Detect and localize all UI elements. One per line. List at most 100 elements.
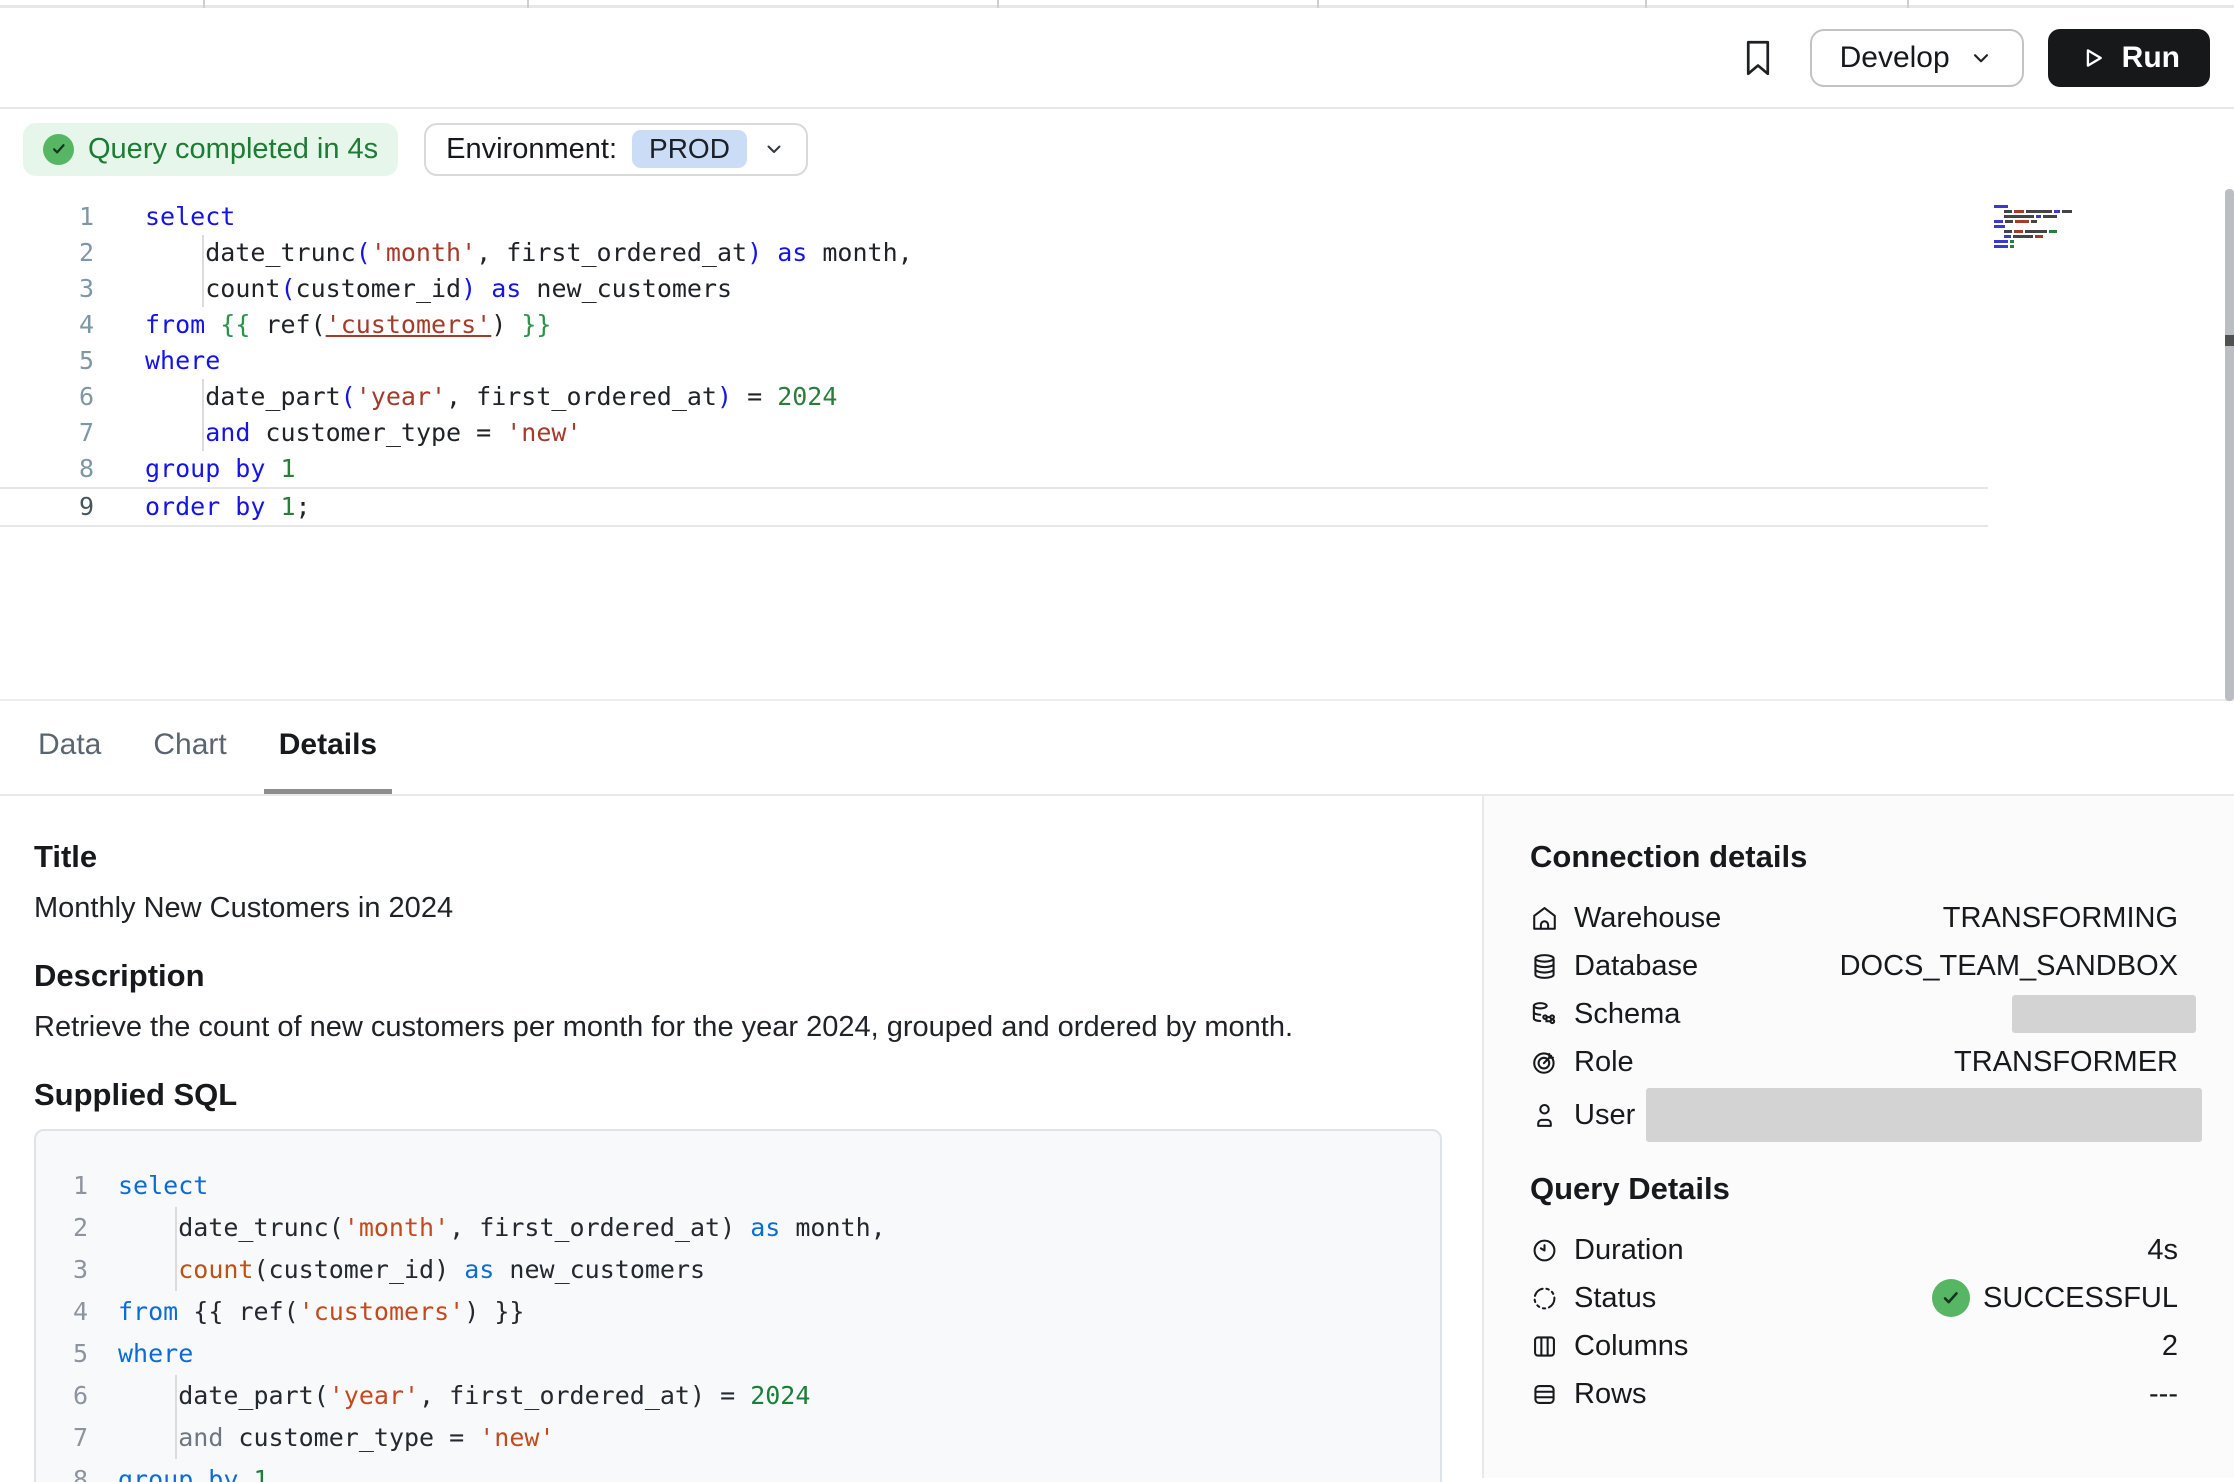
warehouse-value: TRANSFORMING: [1943, 902, 2178, 935]
results-tab-bar: DataChartDetails: [0, 701, 2234, 796]
status-row: StatusSUCCESSFUL: [1530, 1274, 2178, 1322]
query-status-badge: Query completed in 4s: [23, 123, 398, 176]
line-number: 3: [64, 1249, 88, 1291]
database-label: Database: [1574, 950, 1698, 983]
run-button[interactable]: Run: [2048, 29, 2210, 87]
environment-value-pill: PROD: [632, 130, 747, 168]
line-number: 2: [0, 235, 94, 271]
database-icon: [1530, 952, 1559, 981]
top-tab-strip: [0, 0, 2234, 8]
code-text: and customer_type = 'new': [145, 415, 582, 451]
tab-details[interactable]: Details: [264, 701, 392, 794]
code-line-6: 6 date_part('year', first_ordered_at) = …: [64, 1375, 1410, 1417]
editor-code-lines[interactable]: 1select2 date_trunc('month', first_order…: [0, 199, 1988, 527]
code-text: from {{ ref('customers') }}: [145, 307, 551, 343]
line-number: 5: [0, 343, 94, 379]
header-toolbar: Develop Run: [0, 8, 2234, 109]
code-line-4: 4 from {{ ref('customers') }}: [64, 1291, 1410, 1333]
line-number: 4: [64, 1291, 88, 1333]
details-content: Title Monthly New Customers in 2024 Desc…: [0, 796, 2234, 1478]
develop-button-label: Develop: [1840, 41, 1950, 75]
code-text: select: [145, 199, 235, 235]
rows-row: Rows---: [1530, 1370, 2178, 1418]
user-icon: [1530, 1101, 1559, 1130]
columns-row: Columns2: [1530, 1322, 2178, 1370]
editor-minimap[interactable]: [1994, 205, 2098, 248]
rows-value: ---: [2149, 1378, 2178, 1411]
duration-icon: [1530, 1236, 1559, 1265]
tab-data[interactable]: Data: [23, 701, 116, 794]
database-row: Database DOCS_TEAM_SANDBOX: [1530, 942, 2178, 990]
columns-icon: [1530, 1332, 1559, 1361]
check-circle-icon: [1932, 1279, 1970, 1317]
tab-chart[interactable]: Chart: [138, 701, 241, 794]
line-number: 6: [64, 1375, 88, 1417]
code-line-7[interactable]: 7 and customer_type = 'new': [0, 415, 1988, 451]
code-text: select: [118, 1165, 208, 1207]
description-value: Retrieve the count of new customers per …: [34, 1010, 1442, 1044]
supplied-sql-block: 1select2 date_trunc('month', first_order…: [34, 1129, 1442, 1482]
line-number: 4: [0, 307, 94, 343]
code-line-3: 3 count(customer_id) as new_customers: [64, 1249, 1410, 1291]
develop-button[interactable]: Develop: [1810, 29, 2024, 87]
user-value-redacted: [1646, 1088, 2202, 1142]
line-number: 3: [0, 271, 94, 307]
line-number: 8: [64, 1459, 88, 1482]
code-line-6[interactable]: 6 date_part('year', first_ordered_at) = …: [0, 379, 1988, 415]
title-value: Monthly New Customers in 2024: [34, 891, 1442, 925]
tab-divider: [1907, 0, 1909, 8]
tab-divider: [1645, 0, 1647, 8]
rows-icon: [1530, 1380, 1559, 1409]
bookmark-button[interactable]: [1728, 28, 1788, 88]
schema-icon: [1530, 1000, 1559, 1029]
connection-details-heading: Connection details: [1530, 838, 2178, 876]
warehouse-label: Warehouse: [1574, 902, 1721, 935]
code-line-8[interactable]: 8 group by 1: [0, 451, 1988, 487]
tab-divider: [527, 0, 529, 8]
role-row: Role TRANSFORMER: [1530, 1038, 2178, 1086]
sql-editor[interactable]: 1select2 date_trunc('month', first_order…: [0, 189, 2234, 701]
code-line-5[interactable]: 5where: [0, 343, 1988, 379]
play-icon: [2078, 44, 2106, 72]
code-text: count(customer_id) as new_customers: [145, 271, 732, 307]
code-line-1[interactable]: 1 select: [0, 199, 1988, 235]
code-line-3[interactable]: 3 count(customer_id) as new_customers: [0, 271, 1988, 307]
code-line-8: 8 group by 1: [64, 1459, 1410, 1482]
line-number: 7: [64, 1417, 88, 1459]
code-text: date_trunc('month', first_ordered_at) as…: [145, 235, 913, 271]
code-text: date_part('year', first_ordered_at) = 20…: [145, 379, 837, 415]
duration-label: Duration: [1574, 1234, 1684, 1267]
code-line-9[interactable]: 9order by 1;: [0, 487, 1988, 527]
code-text: date_trunc('month', first_ordered_at) as…: [118, 1207, 886, 1249]
code-line-2[interactable]: 2 date_trunc('month', first_ordered_at) …: [0, 235, 1988, 271]
database-value: DOCS_TEAM_SANDBOX: [1840, 950, 2178, 983]
code-text: count(customer_id) as new_customers: [118, 1249, 705, 1291]
details-left-panel: Title Monthly New Customers in 2024 Desc…: [0, 796, 1482, 1478]
line-number: 8: [0, 451, 94, 487]
code-text: group by 1: [118, 1459, 269, 1482]
status-value: SUCCESSFUL: [1983, 1282, 2178, 1315]
warehouse-row: Warehouse TRANSFORMING: [1530, 894, 2178, 942]
code-text: from {{ ref('customers') }}: [118, 1291, 524, 1333]
environment-label: Environment:: [446, 133, 617, 166]
role-value: TRANSFORMER: [1954, 1046, 2178, 1079]
line-number: 5: [64, 1333, 88, 1375]
environment-select[interactable]: Environment: PROD: [424, 123, 808, 176]
role-icon: [1530, 1048, 1559, 1077]
line-number: 7: [0, 415, 94, 451]
role-label: Role: [1574, 1046, 1634, 1079]
supplied-sql-heading: Supplied SQL: [34, 1076, 1442, 1114]
description-heading: Description: [34, 957, 1442, 995]
line-number: 1: [64, 1165, 88, 1207]
status-icon: [1530, 1284, 1559, 1313]
chevron-down-icon: [1968, 45, 1994, 71]
editor-scrollbar[interactable]: [2225, 189, 2234, 701]
code-line-7: 7 and customer_type = 'new': [64, 1417, 1410, 1459]
check-circle-icon: [43, 134, 74, 165]
code-line-4[interactable]: 4 from {{ ref('customers') }}: [0, 307, 1988, 343]
tab-divider: [1317, 0, 1319, 8]
tab-divider: [997, 0, 999, 8]
line-number: 1: [0, 199, 94, 235]
schema-label: Schema: [1574, 998, 1680, 1031]
code-text: group by 1: [145, 451, 296, 487]
